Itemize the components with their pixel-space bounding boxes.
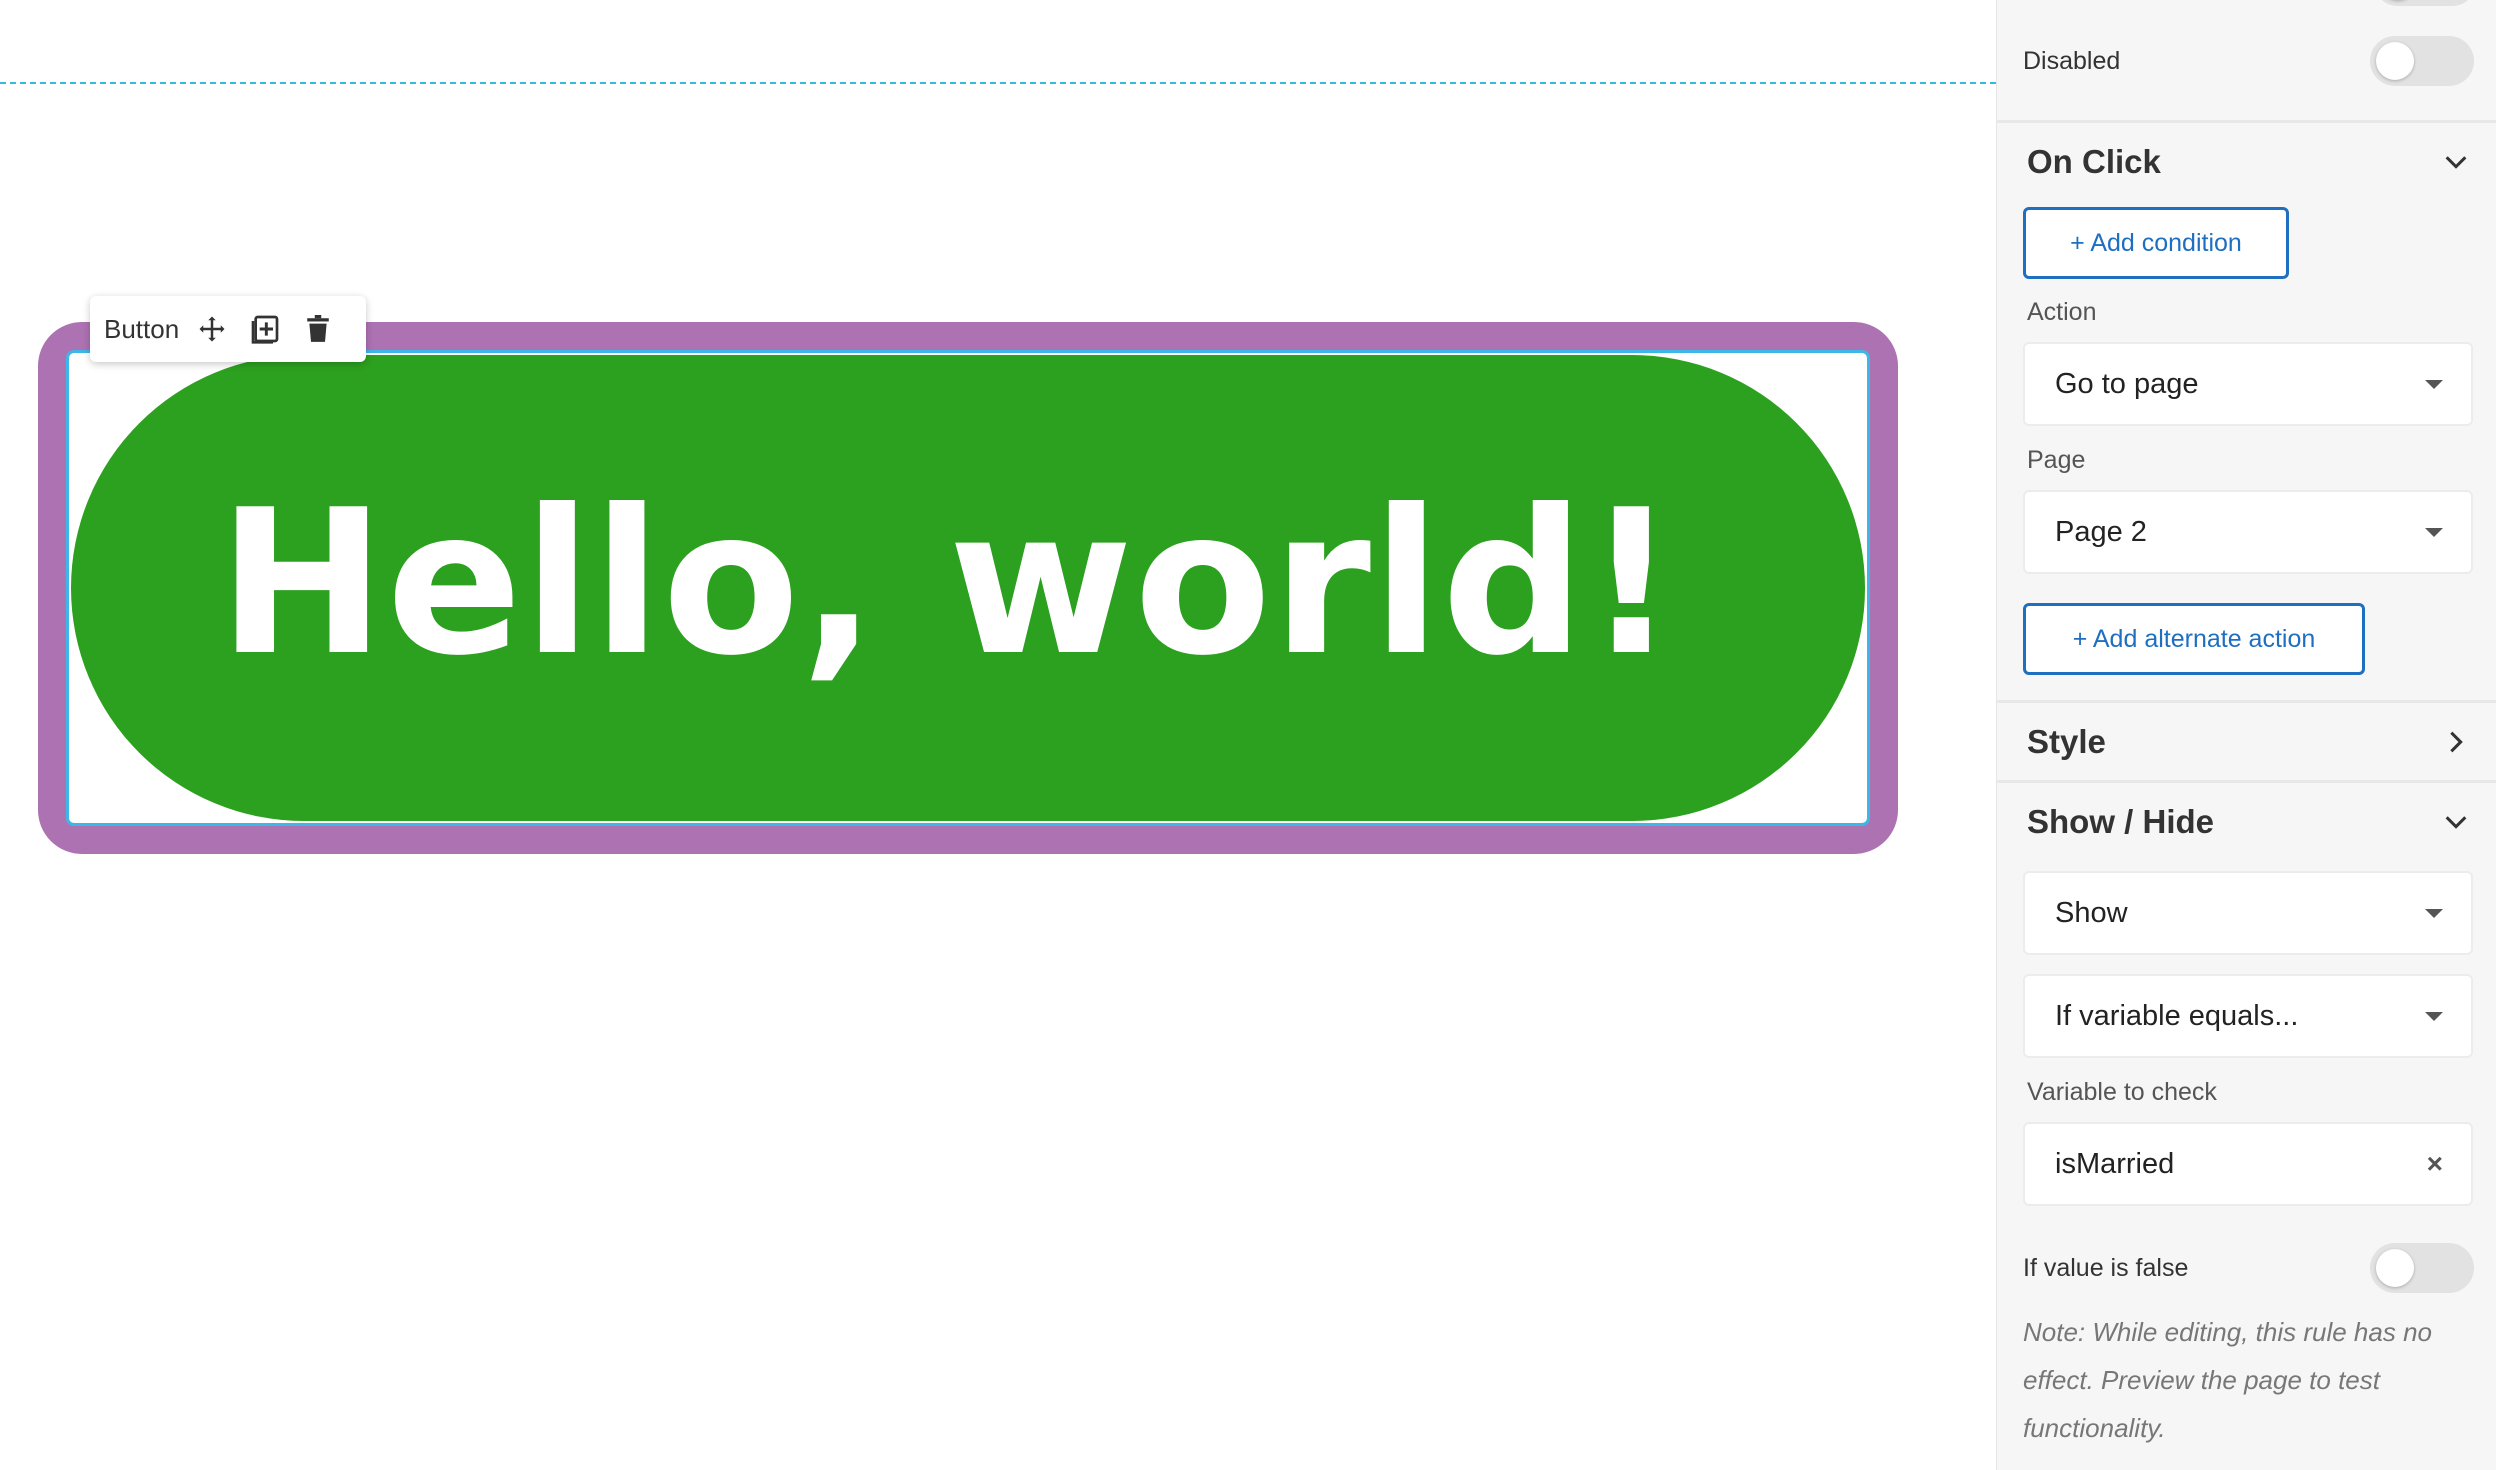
disabled-toggle[interactable] [2370, 36, 2474, 86]
caret-down-icon [2425, 379, 2443, 389]
trash-icon[interactable] [299, 309, 336, 349]
selected-element-frame[interactable]: Hello, world! [38, 322, 1898, 854]
variable-select[interactable]: isMarried × [2023, 1122, 2473, 1206]
caret-down-icon [2425, 908, 2443, 918]
condition-value: If variable equals... [2055, 999, 2299, 1032]
divider [1997, 700, 2496, 703]
element-toolbar: Button [90, 296, 366, 362]
caret-down-icon [2425, 527, 2443, 537]
divider [1997, 780, 2496, 783]
if-value-false-row: If value is false [2023, 1243, 2474, 1293]
variable-to-check-label: Variable to check [2027, 1078, 2217, 1106]
properties-panel: Disabled On Click + Add condition Action… [1996, 0, 2496, 1470]
condition-select[interactable]: If variable equals... [2023, 974, 2473, 1058]
action-select[interactable]: Go to page [2023, 342, 2473, 426]
duplicate-icon[interactable] [246, 309, 283, 349]
style-title: Style [2027, 723, 2106, 760]
if-value-false-label: If value is false [2023, 1253, 2189, 1282]
style-section-header[interactable]: Style [2027, 718, 2474, 766]
button-label: Hello, world! [218, 466, 1678, 700]
disabled-label: Disabled [2023, 46, 2121, 75]
caret-down-icon [2425, 1011, 2443, 1021]
variable-value: isMarried [2055, 1147, 2175, 1180]
editor-canvas[interactable]: Button Hello, world! [0, 0, 1996, 1470]
page-select[interactable]: Page 2 [2023, 490, 2473, 574]
page-label: Page [2027, 446, 2086, 474]
if-value-false-toggle[interactable] [2370, 1243, 2474, 1293]
add-alternate-action-button[interactable]: + Add alternate action [2023, 603, 2365, 675]
element-type-label: Button [104, 313, 180, 344]
selection-inner-outline: Hello, world! [66, 350, 1870, 826]
disabled-row: Disabled [2023, 36, 2474, 86]
chevron-down-icon [2438, 144, 2474, 180]
hello-world-button[interactable]: Hello, world! [71, 355, 1865, 821]
hidden-toggle-partial[interactable] [2373, 0, 2477, 6]
add-condition-button[interactable]: + Add condition [2023, 207, 2289, 279]
show-mode-value: Show [2055, 896, 2128, 929]
divider [1997, 120, 2496, 123]
action-select-value: Go to page [2055, 367, 2199, 400]
editing-note: Note: While editing, this rule has no ef… [2023, 1317, 2432, 1443]
show-mode-select[interactable]: Show [2023, 871, 2473, 955]
page-select-value: Page 2 [2055, 515, 2147, 548]
show-hide-title: Show / Hide [2027, 803, 2215, 840]
move-icon[interactable] [193, 309, 230, 349]
action-label: Action [2027, 298, 2097, 326]
clear-icon[interactable]: × [2427, 1148, 2443, 1180]
alignment-guide-line [0, 82, 1996, 84]
chevron-right-icon [2438, 724, 2474, 760]
show-hide-section-header[interactable]: Show / Hide [2027, 798, 2474, 846]
on-click-section-header[interactable]: On Click [2027, 138, 2474, 186]
chevron-down-icon [2438, 804, 2474, 840]
on-click-title: On Click [2027, 143, 2161, 180]
